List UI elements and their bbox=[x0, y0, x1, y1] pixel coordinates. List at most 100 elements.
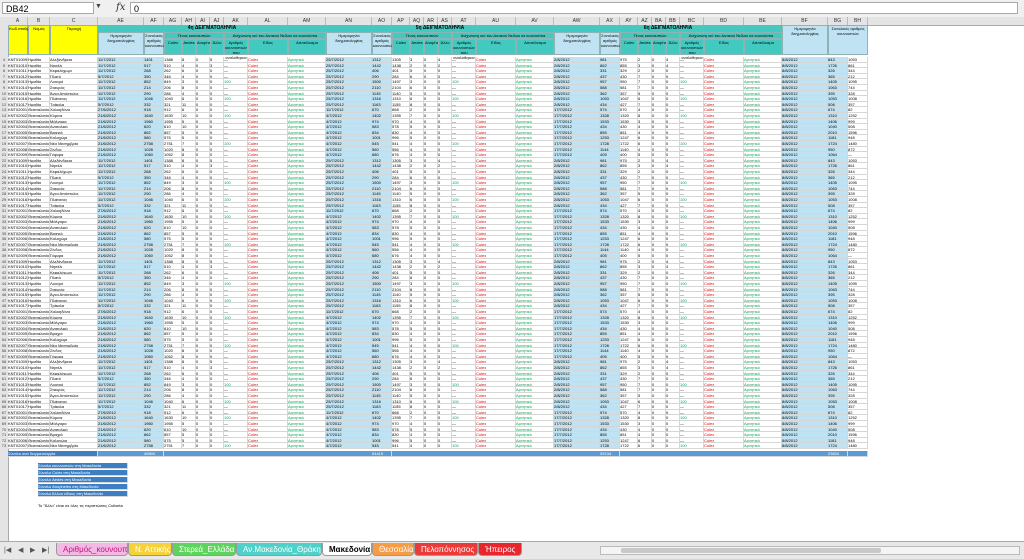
row-number[interactable]: 65 bbox=[0, 399, 8, 404]
first-sheet-icon[interactable]: |◀ bbox=[4, 546, 11, 554]
table-cell[interactable]: Culex bbox=[704, 443, 744, 449]
row-number[interactable]: 22 bbox=[0, 158, 8, 163]
sheet-tab[interactable]: Ήπειρος bbox=[478, 543, 522, 556]
row-number[interactable]: 8 bbox=[0, 79, 8, 84]
table-cell[interactable]: 1480 bbox=[848, 443, 868, 449]
column-header[interactable]: BB bbox=[666, 17, 680, 25]
column-header[interactable]: AY bbox=[620, 17, 638, 25]
column-header[interactable]: B bbox=[28, 17, 50, 25]
row-number[interactable]: 24 bbox=[0, 169, 8, 174]
row-number[interactable]: 70 bbox=[0, 427, 8, 432]
row-number[interactable]: 49 bbox=[0, 309, 8, 314]
totals-value[interactable]: 23834 bbox=[828, 451, 848, 457]
table-cell[interactable]: 2758 bbox=[144, 443, 164, 449]
row-number[interactable]: 28 bbox=[0, 191, 8, 196]
row-number[interactable]: 48 bbox=[0, 303, 8, 308]
table-cell[interactable]: 541 bbox=[392, 443, 410, 449]
row-number[interactable]: 19 bbox=[0, 141, 8, 146]
row-number[interactable]: 15 bbox=[0, 119, 8, 124]
table-cell[interactable]: 0 bbox=[424, 443, 438, 449]
table-cell[interactable]: Αρνητικό bbox=[516, 443, 554, 449]
column-header[interactable]: AW bbox=[554, 17, 600, 25]
row-number[interactable]: 46 bbox=[0, 292, 8, 297]
column-header[interactable]: AX bbox=[600, 17, 620, 25]
formula-input[interactable]: 0 bbox=[130, 2, 1018, 14]
row-number[interactable]: 64 bbox=[0, 393, 8, 398]
row-number[interactable]: 59 bbox=[0, 365, 8, 370]
row-number[interactable]: 66 bbox=[0, 404, 8, 409]
row-number[interactable]: 32 bbox=[0, 214, 8, 219]
row-number[interactable]: 9 bbox=[0, 85, 8, 90]
row-number[interactable]: 57 bbox=[0, 354, 8, 359]
row-number[interactable]: 13 bbox=[0, 107, 8, 112]
table-cell[interactable]: 0 bbox=[652, 443, 666, 449]
row-number[interactable]: 63 bbox=[0, 387, 8, 392]
row-number[interactable]: 44 bbox=[0, 281, 8, 286]
sheet-tab[interactable]: Ν. Αττικής bbox=[128, 543, 172, 556]
table-cell[interactable]: 1724 bbox=[828, 443, 848, 449]
column-header[interactable]: AU bbox=[476, 17, 516, 25]
row-number[interactable]: 4 bbox=[0, 57, 8, 62]
totals-value[interactable]: 54419 bbox=[372, 451, 392, 457]
horizontal-scrollbar[interactable] bbox=[600, 546, 1020, 555]
sheet-tab[interactable]: Στερεά_Ελλάδα bbox=[172, 543, 236, 556]
table-cell[interactable]: 0 bbox=[666, 443, 680, 449]
table-cell[interactable]: Culex bbox=[248, 443, 288, 449]
table-cell[interactable]: ΚΝΤ02007 bbox=[8, 443, 28, 449]
table-cell[interactable]: 6 bbox=[638, 443, 652, 449]
row-number[interactable]: 26 bbox=[0, 180, 8, 185]
row-number[interactable]: 36 bbox=[0, 236, 8, 241]
table-cell[interactable]: Culex bbox=[476, 443, 516, 449]
row-number[interactable]: 25 bbox=[0, 175, 8, 180]
column-header[interactable]: AO bbox=[372, 17, 392, 25]
table-cell[interactable]: 100 bbox=[224, 443, 248, 449]
column-header[interactable]: AS bbox=[438, 17, 452, 25]
column-header[interactable]: BD bbox=[704, 17, 744, 25]
sheet-tab[interactable]: Θεσσαλία bbox=[372, 543, 414, 556]
row-number[interactable]: 33 bbox=[0, 219, 8, 224]
row-number[interactable]: 12 bbox=[0, 102, 8, 107]
chevron-down-icon[interactable]: ▼ bbox=[95, 3, 102, 10]
table-cell[interactable]: Αρνητικό bbox=[288, 443, 326, 449]
column-header[interactable]: BC bbox=[680, 17, 704, 25]
column-header[interactable]: AQ bbox=[410, 17, 424, 25]
column-header[interactable]: BA bbox=[652, 17, 666, 25]
table-cell[interactable]: 100 bbox=[452, 443, 476, 449]
row-number[interactable]: 17 bbox=[0, 130, 8, 135]
column-header[interactable]: AT bbox=[452, 17, 476, 25]
row-number[interactable]: 72 bbox=[0, 438, 8, 443]
table-cell[interactable]: 17/7/2012 bbox=[554, 443, 600, 449]
row-number[interactable]: 69 bbox=[0, 421, 8, 426]
row-number[interactable]: 68 bbox=[0, 415, 8, 420]
row-number[interactable]: 37 bbox=[0, 242, 8, 247]
table-cell[interactable]: 0 bbox=[210, 443, 224, 449]
row-number[interactable]: 50 bbox=[0, 315, 8, 320]
row-number[interactable]: 7 bbox=[0, 74, 8, 79]
column-header[interactable]: BF bbox=[782, 17, 828, 25]
column-header[interactable]: AM bbox=[288, 17, 326, 25]
sheet-tab[interactable]: Αριθμός_κουνουπιών bbox=[56, 543, 140, 556]
column-header[interactable]: AH bbox=[182, 17, 196, 25]
column-header[interactable]: AN bbox=[326, 17, 372, 25]
column-header[interactable]: BE bbox=[744, 17, 782, 25]
row-number[interactable]: 73 bbox=[0, 443, 8, 448]
row-number[interactable]: 5 bbox=[0, 63, 8, 68]
row-number[interactable]: 38 bbox=[0, 247, 8, 252]
row-number[interactable]: 23 bbox=[0, 163, 8, 168]
row-number[interactable]: 43 bbox=[0, 275, 8, 280]
table-cell[interactable]: 0 bbox=[196, 443, 210, 449]
row-number[interactable]: 61 bbox=[0, 376, 8, 381]
row-number[interactable]: 42 bbox=[0, 270, 8, 275]
row-number[interactable]: 60 bbox=[0, 371, 8, 376]
table-cell[interactable]: 8/8/2012 bbox=[782, 443, 828, 449]
column-header[interactable]: A bbox=[8, 17, 28, 25]
column-header[interactable]: AJ bbox=[210, 17, 224, 25]
row-number[interactable]: 16 bbox=[0, 124, 8, 129]
next-sheet-icon[interactable]: ▶ bbox=[30, 546, 35, 554]
row-number[interactable]: 20 bbox=[0, 147, 8, 152]
table-cell[interactable]: 7 bbox=[182, 443, 196, 449]
table-cell[interactable]: 1722 bbox=[620, 443, 638, 449]
scrollbar-thumb[interactable] bbox=[621, 548, 881, 553]
table-cell[interactable]: 0 bbox=[438, 443, 452, 449]
row-number[interactable]: 52 bbox=[0, 326, 8, 331]
